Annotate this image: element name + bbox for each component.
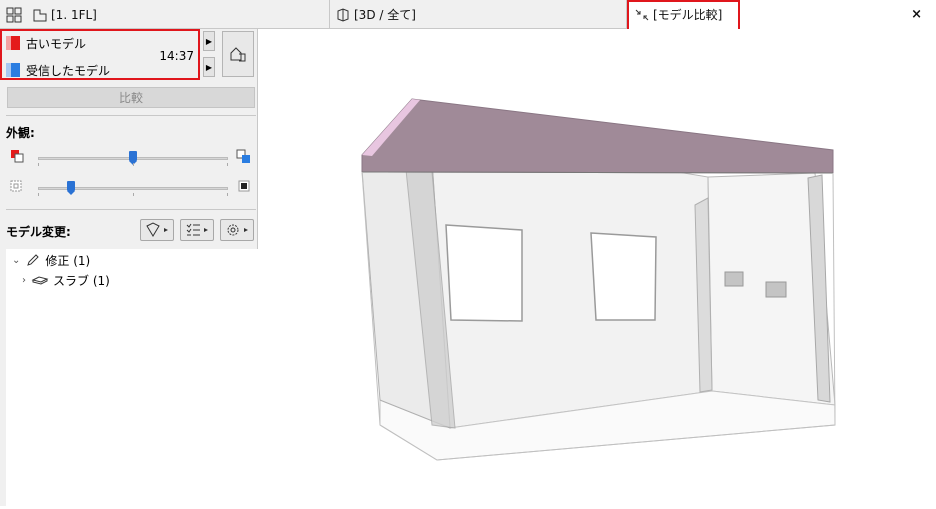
color-slider-row — [10, 149, 254, 167]
house-button[interactable] — [222, 31, 254, 77]
old-model-label: 古いモデル — [26, 36, 87, 51]
gear-icon — [227, 224, 248, 236]
old-model-row[interactable]: 古いモデル — [6, 34, 86, 52]
filter-icon — [146, 222, 168, 237]
model-selector: 古いモデル 14:37 受信したモデル — [2, 31, 198, 79]
close-icon[interactable]: × — [911, 7, 922, 22]
tab-model-compare-label: [モデル比較] — [653, 8, 723, 22]
window-left — [445, 224, 523, 322]
roof-slab — [361, 98, 834, 174]
tab-model-compare[interactable]: [モデル比較] × — [628, 0, 936, 29]
settings-button[interactable] — [220, 219, 254, 241]
appearance-label: 外観: — [6, 126, 35, 140]
received-model-label: 受信したモデル — [26, 63, 111, 78]
tab-3d-label: [3D / 全て] — [354, 8, 416, 22]
wall-fixture — [765, 281, 787, 298]
compare-icon — [635, 9, 649, 20]
opacity-slider-thumb[interactable] — [67, 181, 75, 195]
received-model-swatch — [6, 63, 20, 77]
building-model — [361, 98, 836, 461]
light-square-icon — [10, 180, 22, 192]
model-time: 14:37 — [159, 49, 194, 63]
compare-panel: 古いモデル 14:37 受信したモデル ▶ ▶ 比較 外観: モデル変更: ⌄ … — [0, 29, 258, 506]
chevron-down-icon[interactable]: ⌄ — [12, 255, 20, 266]
old-model-menu-button[interactable]: ▶ — [203, 31, 215, 51]
3d-cube-icon — [337, 7, 349, 22]
tab-floorplan[interactable]: [1. 1FL] — [32, 0, 330, 29]
chevron-right-icon[interactable]: › — [22, 275, 26, 286]
wall-fixture — [724, 271, 744, 287]
tree-item-modified[interactable]: ⌄ 修正 (1) — [12, 251, 90, 269]
grid-icon[interactable] — [6, 7, 22, 23]
tree-item-slab[interactable]: › スラブ (1) — [22, 271, 110, 289]
tab-3d[interactable]: [3D / 全て] — [331, 0, 627, 29]
window-right — [590, 232, 657, 321]
changes-tree: ⌄ 修正 (1) › スラブ (1) — [6, 249, 258, 506]
divider — [6, 209, 256, 210]
list-icon — [186, 223, 208, 236]
dark-square-icon — [238, 180, 250, 192]
3d-viewport[interactable] — [259, 29, 936, 506]
received-model-menu-button[interactable]: ▶ — [203, 57, 215, 77]
tab-bar: [1. 1FL] [3D / 全て] [モデル比較] × — [0, 0, 936, 31]
compare-button[interactable]: 比較 — [7, 87, 255, 108]
floorplan-icon — [33, 9, 47, 21]
slab-icon — [31, 276, 49, 285]
tree-item-modified-label: 修正 (1) — [45, 253, 91, 268]
pencil-icon — [27, 254, 40, 266]
list-button[interactable] — [180, 219, 214, 241]
tab-floorplan-label: [1. 1FL] — [51, 7, 97, 22]
color-slider-thumb[interactable] — [129, 151, 137, 165]
house-icon — [230, 47, 246, 62]
divider — [6, 115, 256, 116]
opacity-slider-row — [10, 179, 254, 197]
blue-swatch-icon — [236, 149, 250, 163]
model-changes-label: モデル変更: — [6, 225, 71, 239]
tree-item-slab-label: スラブ (1) — [53, 273, 110, 288]
red-swatch-icon — [11, 150, 24, 163]
received-model-row[interactable]: 受信したモデル — [6, 61, 110, 79]
old-model-swatch — [6, 36, 20, 50]
filter-button[interactable] — [140, 219, 174, 241]
